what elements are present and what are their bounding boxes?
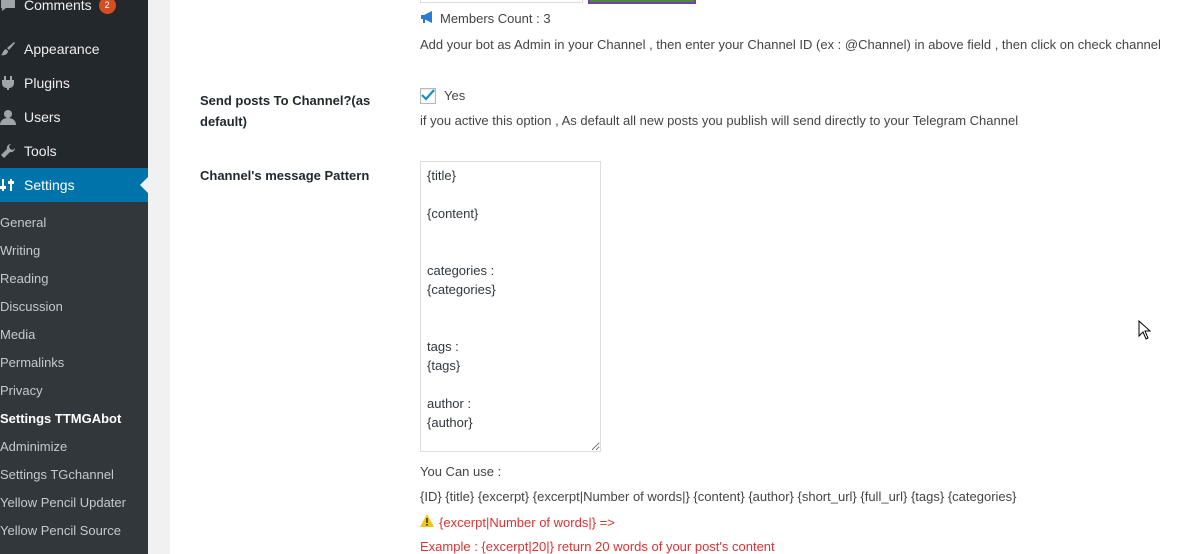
- menu-item-label: Plugins: [24, 75, 70, 91]
- comments-icon: [0, 0, 24, 15]
- check-channel-button[interactable]: [588, 0, 696, 4]
- send-posts-description: if you active this option , As default a…: [420, 113, 1019, 128]
- admin-sidebar: Comments 2 Appearance Plugins Users Tool…: [0, 0, 148, 554]
- menu-item-label: Settings: [24, 177, 75, 193]
- menu-item-users[interactable]: Users: [0, 100, 148, 134]
- submenu-item-general[interactable]: General: [0, 209, 148, 237]
- submenu-item-media[interactable]: Media: [0, 321, 148, 349]
- submenu-item-writing[interactable]: Writing: [0, 237, 148, 265]
- settings-form: Members Count : 3 Add your bot as Admin …: [170, 0, 1177, 554]
- menu-item-label: Appearance: [24, 41, 100, 57]
- mouse-cursor-icon: [1138, 319, 1152, 343]
- warning-row: {excerpt|Number of words|} =>: [420, 514, 615, 530]
- submenu-item-settings-ttmgabot[interactable]: Settings TTMGAbot: [0, 405, 148, 433]
- submenu-item-settings-tgchannel[interactable]: Settings TGchannel: [0, 461, 148, 489]
- submenu-item-discussion[interactable]: Discussion: [0, 293, 148, 321]
- users-icon: [0, 107, 24, 127]
- members-count-row: Members Count : 3: [420, 11, 551, 26]
- menu-item-label: Tools: [24, 143, 57, 159]
- pattern-label: Channel's message Pattern: [200, 168, 370, 183]
- send-posts-checkbox[interactable]: [420, 88, 436, 104]
- example-text: Example : {excerpt|20|} return 20 words …: [420, 539, 775, 554]
- you-can-use-text: You Can use :: [420, 464, 502, 479]
- channel-id-input[interactable]: [420, 0, 583, 3]
- settings-submenu: General Writing Reading Discussion Media…: [0, 202, 148, 554]
- submenu-item-permalinks[interactable]: Permalinks: [0, 349, 148, 377]
- members-count: Members Count : 3: [440, 11, 551, 26]
- menu-item-tools[interactable]: Tools: [0, 134, 148, 168]
- menu-item-appearance[interactable]: Appearance: [0, 32, 148, 66]
- channel-help-text: Add your bot as Admin in your Channel , …: [420, 37, 1161, 52]
- menu-item-settings[interactable]: Settings: [0, 168, 148, 202]
- comment-count-badge: 2: [98, 0, 116, 14]
- submenu-item-reading[interactable]: Reading: [0, 265, 148, 293]
- submenu-item-adminimize[interactable]: Adminimize: [0, 433, 148, 461]
- send-posts-yes-label[interactable]: Yes: [444, 88, 465, 103]
- tokens-list: {ID} {title} {excerpt} {excerpt|Number o…: [420, 489, 1017, 504]
- submenu-item-yellow-pencil-updater[interactable]: Yellow Pencil Updater: [0, 489, 148, 517]
- submenu-item-yellow-pencil-source[interactable]: Yellow Pencil Source: [0, 517, 148, 545]
- megaphone-icon: [420, 11, 435, 26]
- menu-item-plugins[interactable]: Plugins: [0, 66, 148, 100]
- settings-icon: [0, 175, 24, 195]
- menu-item-label: Users: [24, 109, 61, 125]
- warning-text: {excerpt|Number of words|} =>: [439, 514, 615, 530]
- send-posts-label: Send posts To Channel?(as default): [200, 93, 371, 129]
- submenu-item-privacy[interactable]: Privacy: [0, 377, 148, 405]
- menu-item-comments[interactable]: Comments 2: [0, 0, 148, 22]
- checkmark-icon: [421, 88, 435, 104]
- menu-item-label: Comments: [24, 0, 92, 13]
- pattern-textarea[interactable]: [420, 161, 601, 452]
- appearance-icon: [0, 39, 24, 59]
- tools-icon: [0, 141, 24, 161]
- plugins-icon: [0, 73, 24, 93]
- warning-icon: [420, 514, 434, 530]
